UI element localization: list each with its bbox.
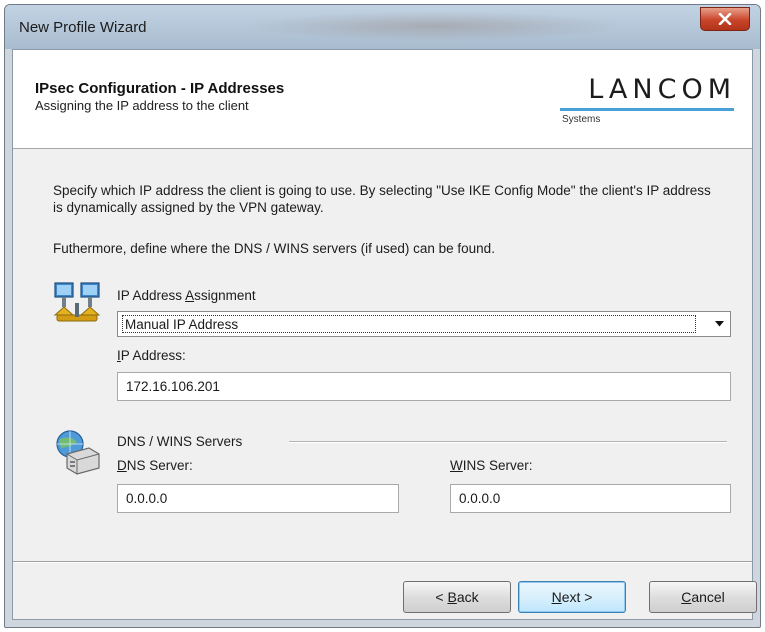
wins-server-label-rest: INS Server: [462, 458, 533, 473]
wins-server-label: WINS Server: [450, 458, 533, 473]
cancel-button-accel: C [681, 589, 692, 605]
dns-server-label-accel: D [117, 458, 127, 473]
ip-assignment-selected-value: Manual IP Address [122, 315, 696, 333]
wizard-content: IPsec Configuration - IP Addresses Assig… [12, 49, 757, 620]
ip-assignment-label: IP Address Assignment [117, 288, 256, 303]
title-bar[interactable]: New Profile Wizard [5, 5, 760, 49]
wizard-window: New Profile Wizard IPsec Configuration -… [4, 4, 761, 628]
ip-address-label: IP Address: [117, 348, 186, 363]
window-title: New Profile Wizard [19, 19, 147, 36]
dropdown-arrow-icon[interactable] [710, 314, 728, 334]
next-button-rest: ext > [561, 589, 593, 605]
cancel-button-rest: ancel [691, 589, 725, 605]
ip-assignment-select[interactable]: Manual IP Address [117, 311, 731, 337]
back-button-arrow: < [435, 589, 448, 605]
intro-text: Specify which IP address the client is g… [53, 183, 711, 215]
page-subtitle: Assigning the IP address to the client [35, 98, 249, 113]
dns-wins-group-label: DNS / WINS Servers [117, 434, 243, 449]
logo-wordmark: LANCOM [588, 74, 736, 105]
back-button[interactable]: < Back [403, 581, 511, 613]
network-computers-icon [53, 281, 103, 330]
logo-subtext: Systems [562, 114, 601, 125]
ip-assignment-label-pre: IP Address [117, 288, 186, 303]
cancel-button[interactable]: Cancel [649, 581, 757, 613]
wizard-header: IPsec Configuration - IP Addresses Assig… [13, 50, 752, 149]
ip-address-label-rest: P Address: [120, 348, 186, 363]
dns-server-label: DNS Server: [117, 458, 193, 473]
back-button-accel: B [447, 589, 457, 605]
globe-server-icon [53, 428, 101, 481]
ip-address-input[interactable]: 172.16.106.201 [117, 372, 731, 401]
footer-separator [13, 561, 752, 563]
close-button[interactable] [700, 7, 750, 31]
dns-note-text: Futhermore, define where the DNS / WINS … [53, 241, 495, 256]
ip-assignment-label-accel: A [185, 288, 195, 303]
next-button-accel: N [551, 589, 562, 605]
wins-server-label-accel: W [450, 458, 463, 473]
close-icon [718, 13, 732, 25]
logo-underline [560, 108, 734, 111]
lancom-logo: LANCOM Systems [556, 74, 736, 134]
group-divider [289, 441, 727, 443]
page-title: IPsec Configuration - IP Addresses [35, 80, 285, 97]
ip-assignment-label-post: ssignment [194, 288, 256, 303]
wins-server-input[interactable]: 0.0.0.0 [450, 484, 731, 513]
dns-server-label-rest: NS Server: [126, 458, 193, 473]
back-button-rest: ack [456, 589, 479, 605]
next-button[interactable]: Next > [518, 581, 626, 613]
dns-server-input[interactable]: 0.0.0.0 [117, 484, 399, 513]
